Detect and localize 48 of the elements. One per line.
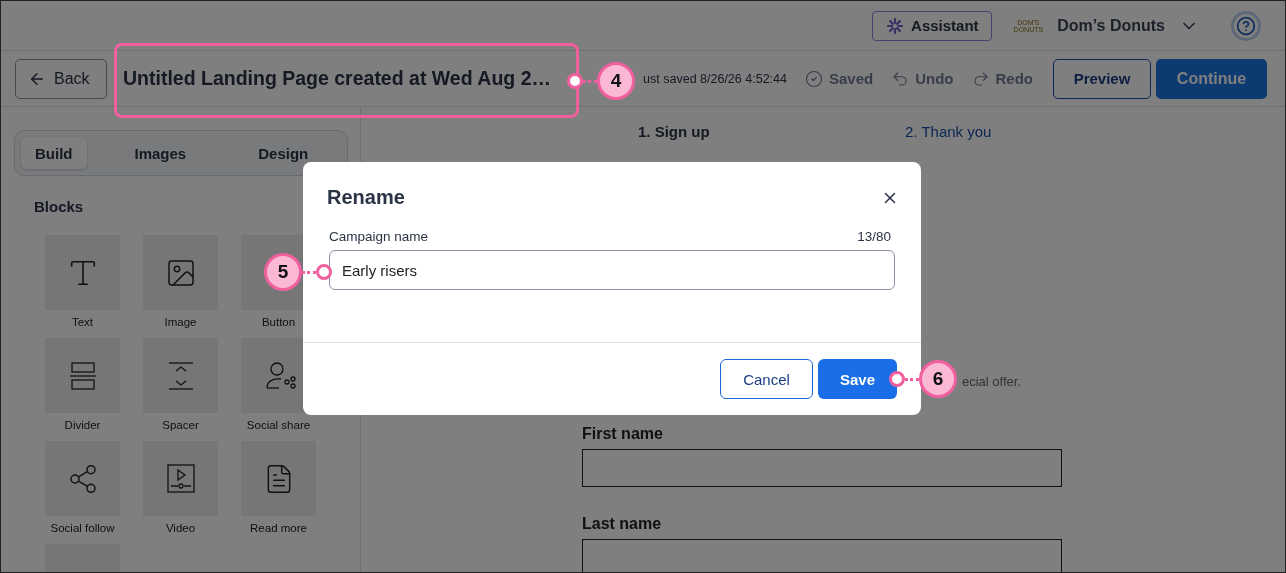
block-tile[interactable] xyxy=(45,235,120,310)
intro-text: ecial offer. xyxy=(962,374,1023,389)
dialog-title: Rename xyxy=(327,186,405,209)
sidebar-tab[interactable]: Images xyxy=(120,137,201,169)
help-icon xyxy=(1236,15,1256,36)
assistant-button[interactable]: Assistant xyxy=(872,10,992,41)
page-title[interactable]: Untitled Landing Page created at Wed Aug 2… xyxy=(123,67,551,90)
block-label: Spacer xyxy=(162,419,199,431)
continue-button[interactable]: Continue xyxy=(1156,58,1267,99)
save-status: ust saved 8/26/26 4:52:44 xyxy=(643,71,787,86)
back-button[interactable]: Back xyxy=(15,58,107,99)
redo-icon xyxy=(971,69,990,88)
character-counter: 13/80 xyxy=(857,229,891,244)
anchor-dot xyxy=(567,73,583,89)
undo-icon xyxy=(891,69,910,88)
help-button[interactable] xyxy=(1231,10,1261,41)
input-field[interactable] xyxy=(582,449,1062,487)
account-name[interactable]: Dom’s Donuts xyxy=(1057,16,1165,35)
block-tile[interactable] xyxy=(241,441,316,516)
block-tile[interactable] xyxy=(45,441,120,516)
block-tile[interactable] xyxy=(143,338,218,413)
sidebar-tab[interactable]: Design xyxy=(244,137,323,169)
save-button[interactable]: Save xyxy=(818,359,897,399)
callout-number: 4 xyxy=(597,62,635,100)
sidebar-tab[interactable]: Build xyxy=(21,137,87,169)
block-label: Divider xyxy=(64,419,101,431)
check-circle-icon xyxy=(804,69,823,88)
field-label: Last name xyxy=(582,515,663,533)
campaign-name-field[interactable]: Early risers xyxy=(329,250,895,290)
cancel-button[interactable]: Cancel xyxy=(720,359,813,399)
input-field[interactable] xyxy=(582,539,1062,572)
field-label: Campaign name xyxy=(329,229,429,244)
step-tab[interactable]: 2. Thank you xyxy=(905,123,1172,140)
block-label: Image xyxy=(164,316,197,328)
block-label: Text xyxy=(71,316,94,328)
block-label: Social follow xyxy=(50,522,115,534)
block-label: Button xyxy=(261,316,296,328)
block-tile[interactable] xyxy=(45,338,120,413)
block-tile[interactable] xyxy=(143,441,218,516)
sparkle-icon xyxy=(885,15,906,36)
block-label: Read more xyxy=(250,522,307,534)
block-tile[interactable] xyxy=(143,235,218,310)
preview-button[interactable]: Preview xyxy=(1053,58,1151,99)
field-label: First name xyxy=(582,425,664,443)
section-title: Blocks xyxy=(34,198,85,215)
block-label: Video xyxy=(165,522,196,534)
step-tab[interactable]: 1. Sign up xyxy=(638,123,905,140)
block-label: Social share xyxy=(246,419,311,431)
